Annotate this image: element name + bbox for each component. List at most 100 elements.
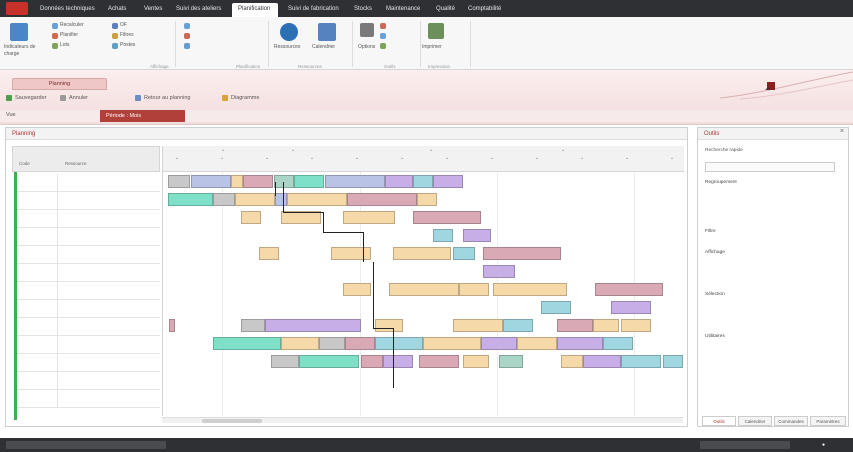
menu-item-stocks[interactable]: Stocks [354,4,380,14]
gantt-bar[interactable] [413,175,433,188]
gantt-bar[interactable] [275,193,287,206]
of-icon[interactable] [112,23,118,29]
gantt-bar[interactable] [419,355,459,368]
gantt-bar[interactable] [331,247,371,260]
rule-icon[interactable] [184,23,190,29]
gantt-bar[interactable] [271,355,299,368]
gantt-bar[interactable] [417,193,437,206]
gantt-bar[interactable] [361,355,383,368]
gantt-bar[interactable] [191,175,231,188]
gantt-bar[interactable] [231,175,243,188]
table-row[interactable] [17,300,160,318]
scrollbar-thumb[interactable] [202,419,262,423]
gantt-bar[interactable] [583,355,621,368]
gantt-bar[interactable] [463,229,491,242]
save-button[interactable]: Sauvegarder [6,92,56,104]
table-row[interactable] [17,228,160,246]
gantt-bar[interactable] [168,193,213,206]
menu-item-planning[interactable]: Planification [232,3,278,17]
gantt-bar[interactable] [503,319,533,332]
period-filter[interactable]: Période : Mois [100,110,185,122]
gantt-bar[interactable] [481,337,517,350]
gantt-bar[interactable] [241,319,265,332]
calendar-icon[interactable] [52,33,58,39]
gantt-bar[interactable] [517,337,557,350]
gantt-bar[interactable] [343,211,395,224]
gantt-bar[interactable] [345,337,375,350]
tool-icon[interactable] [380,33,386,39]
close-icon[interactable]: × [840,128,844,135]
gantt-bar[interactable] [593,319,619,332]
gantt-bar[interactable] [383,355,413,368]
ribbon-button-label[interactable]: OF [120,22,165,29]
ribbon-button-label[interactable]: Postes [120,42,165,49]
gantt-bar[interactable] [423,337,481,350]
menu-item-maintenance[interactable]: Maintenance [386,4,426,14]
menu-item-technical-data[interactable]: Données techniques [40,4,98,14]
gantt-bar[interactable] [169,319,175,332]
gantt-bar[interactable] [541,301,571,314]
ribbon-button-label[interactable]: Imprimer [422,44,450,51]
gantt-bar[interactable] [385,175,413,188]
status-box[interactable] [700,441,790,449]
gantt-bar[interactable] [557,319,593,332]
column-header-code[interactable]: Code [19,161,30,166]
printer-icon[interactable] [428,23,444,39]
gear-icon[interactable] [360,23,374,37]
ribbon-button-label[interactable]: Planifier [60,32,105,39]
gantt-bar[interactable] [281,337,319,350]
status-left[interactable] [6,441,166,449]
gantt-bar[interactable] [274,175,294,188]
gantt-bar[interactable] [463,355,489,368]
tab-orders[interactable]: Commandes [774,416,808,426]
table-row[interactable] [17,282,160,300]
column-header-resource[interactable]: Ressource [65,161,87,166]
tab-settings[interactable]: Paramètres [810,416,846,426]
gantt-bar[interactable] [287,193,347,206]
gantt-bar[interactable] [375,337,423,350]
tab-planning[interactable]: Planning [12,78,107,90]
gantt-bar[interactable] [347,193,417,206]
search-input[interactable] [705,162,835,172]
menu-item-accounting[interactable]: Comptabilité [468,4,518,14]
table-row[interactable] [17,174,160,192]
ribbon-button-label[interactable]: Lots [60,42,105,49]
chart-icon[interactable] [10,23,28,41]
app-logo[interactable] [6,2,28,15]
gantt-bar[interactable] [325,175,385,188]
gantt-bar[interactable] [168,175,190,188]
menu-item-manufacturing[interactable]: Suivi de fabrication [288,4,348,14]
menu-item-sales[interactable]: Ventes [144,4,168,14]
horizontal-scrollbar[interactable] [162,417,683,423]
gantt-bar[interactable] [375,319,403,332]
calendar-blue-icon[interactable] [318,23,336,41]
ribbon-button-label[interactable]: Recalculer [60,22,105,29]
filter-icon[interactable] [112,33,118,39]
bell-icon[interactable]: ● [822,441,825,449]
lot-icon[interactable] [52,43,58,49]
resource-icon[interactable] [280,23,298,41]
table-row[interactable] [17,246,160,264]
refresh-icon[interactable] [52,23,58,29]
table-row[interactable] [17,192,160,210]
tab-calendar[interactable]: Calendrier [738,416,772,426]
gantt-bar[interactable] [294,175,324,188]
gantt-bar[interactable] [453,247,475,260]
gantt-bar[interactable] [459,283,489,296]
gantt-bar[interactable] [343,283,371,296]
table-row[interactable] [17,318,160,336]
menu-item-workshop[interactable]: Suivi des ateliers [176,4,226,14]
gantt-bar[interactable] [243,175,273,188]
gantt-bar[interactable] [265,319,361,332]
gantt-bar[interactable] [557,337,603,350]
tool-icon[interactable] [380,23,386,29]
cancel-button[interactable]: Annuler [60,92,100,104]
table-row[interactable] [17,264,160,282]
ribbon-button-label[interactable]: Options [358,44,380,51]
gantt-bar[interactable] [241,211,261,224]
gantt-bar[interactable] [561,355,583,368]
menu-item-quality[interactable]: Qualité [436,4,460,14]
gantt-bar[interactable] [663,355,683,368]
gantt-bar[interactable] [483,265,515,278]
gantt-bar[interactable] [595,283,663,296]
